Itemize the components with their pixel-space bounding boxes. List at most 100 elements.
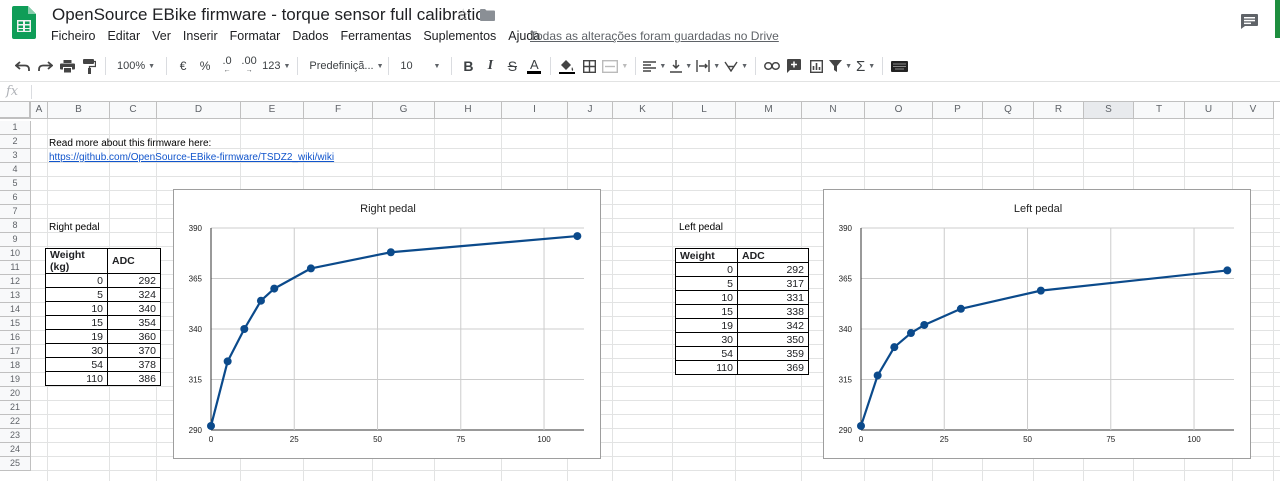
weight-cell[interactable]: 5 bbox=[675, 276, 738, 291]
paint-format-icon[interactable] bbox=[78, 55, 100, 77]
weight-cell[interactable]: 19 bbox=[675, 318, 738, 333]
row-header-23[interactable]: 23 bbox=[0, 429, 31, 443]
adc-cell[interactable]: 292 bbox=[737, 262, 809, 277]
document-title[interactable]: OpenSource EBike firmware - torque senso… bbox=[52, 5, 494, 25]
text-wrap-icon[interactable]: ▼ bbox=[694, 55, 722, 77]
table-header-cell[interactable]: Weight bbox=[675, 248, 738, 263]
weight-cell[interactable]: 110 bbox=[45, 371, 108, 386]
row-header-21[interactable]: 21 bbox=[0, 401, 31, 415]
column-header-a[interactable]: A bbox=[31, 102, 48, 119]
insert-link-icon[interactable] bbox=[761, 55, 783, 77]
menu-item-inserir[interactable]: Inserir bbox=[177, 28, 224, 46]
percent-button[interactable]: % bbox=[194, 55, 216, 77]
column-header-p[interactable]: P bbox=[933, 102, 983, 119]
row-header-7[interactable]: 7 bbox=[0, 205, 31, 219]
table-header-cell[interactable]: Weight (kg) bbox=[45, 248, 108, 274]
row-header-2[interactable]: 2 bbox=[0, 135, 31, 149]
column-header-e[interactable]: E bbox=[241, 102, 304, 119]
currency-button[interactable]: € bbox=[172, 55, 194, 77]
column-header-j[interactable]: J bbox=[568, 102, 613, 119]
menu-item-ficheiro[interactable]: Ficheiro bbox=[45, 28, 101, 46]
weight-cell[interactable]: 10 bbox=[45, 301, 108, 316]
row-header-14[interactable]: 14 bbox=[0, 303, 31, 317]
row-header-20[interactable]: 20 bbox=[0, 387, 31, 401]
insert-comment-icon[interactable] bbox=[783, 55, 805, 77]
weight-cell[interactable]: 15 bbox=[45, 315, 108, 330]
column-header-v[interactable]: V bbox=[1233, 102, 1274, 119]
weight-cell[interactable]: 54 bbox=[675, 346, 738, 361]
row-header-18[interactable]: 18 bbox=[0, 359, 31, 373]
font-size-select[interactable]: 10 ▼ bbox=[394, 55, 446, 77]
adc-cell[interactable]: 338 bbox=[737, 304, 809, 319]
row-header-9[interactable]: 9 bbox=[0, 233, 31, 247]
row-header-17[interactable]: 17 bbox=[0, 345, 31, 359]
merge-cells-icon[interactable]: ▼ bbox=[600, 55, 630, 77]
adc-cell[interactable]: 342 bbox=[737, 318, 809, 333]
formula-bar[interactable]: fx bbox=[0, 81, 1280, 102]
select-all-corner[interactable] bbox=[0, 102, 31, 119]
column-header-f[interactable]: F bbox=[304, 102, 373, 119]
zoom-select[interactable]: 100% ▼ bbox=[111, 55, 161, 77]
adc-cell[interactable]: 354 bbox=[107, 315, 161, 330]
row-header-22[interactable]: 22 bbox=[0, 415, 31, 429]
menu-item-formatar[interactable]: Formatar bbox=[224, 28, 287, 46]
fill-color-icon[interactable] bbox=[556, 55, 578, 77]
adc-cell[interactable]: 386 bbox=[107, 371, 161, 386]
column-header-q[interactable]: Q bbox=[983, 102, 1034, 119]
column-header-i[interactable]: I bbox=[502, 102, 568, 119]
menu-item-ver[interactable]: Ver bbox=[146, 28, 177, 46]
adc-cell[interactable]: 292 bbox=[107, 273, 161, 288]
strikethrough-icon[interactable]: S bbox=[501, 55, 523, 77]
column-header-g[interactable]: G bbox=[373, 102, 435, 119]
sheets-logo-icon[interactable] bbox=[12, 6, 36, 39]
adc-cell[interactable]: 369 bbox=[737, 360, 809, 375]
row-header-3[interactable]: 3 bbox=[0, 149, 31, 163]
filter-icon[interactable]: ▼ bbox=[827, 55, 854, 77]
menu-item-suplementos[interactable]: Suplementos bbox=[417, 28, 502, 46]
weight-cell[interactable]: 30 bbox=[675, 332, 738, 347]
row-header-10[interactable]: 10 bbox=[0, 247, 31, 261]
menu-item-ferramentas[interactable]: Ferramentas bbox=[334, 28, 417, 46]
left-pedal-chart[interactable]: Left pedal 290 315 340 365 390 0 25 50 75 100 bbox=[823, 189, 1251, 459]
star-icon[interactable]: ☆ bbox=[456, 5, 470, 25]
text-color-icon[interactable]: A bbox=[523, 55, 545, 77]
column-header-m[interactable]: M bbox=[736, 102, 802, 119]
wiki-link[interactable]: https://github.com/OpenSource-EBike-firm… bbox=[49, 151, 334, 165]
adc-cell[interactable]: 331 bbox=[737, 290, 809, 305]
weight-cell[interactable]: 19 bbox=[45, 329, 108, 344]
column-header-r[interactable]: R bbox=[1034, 102, 1084, 119]
weight-cell[interactable]: 0 bbox=[45, 273, 108, 288]
print-icon[interactable] bbox=[56, 55, 78, 77]
column-header-l[interactable]: L bbox=[673, 102, 736, 119]
functions-icon[interactable]: Σ ▼ bbox=[854, 55, 877, 77]
right-pedal-chart[interactable]: Right pedal 290 315 340 365 390 0 25 50 75 100 bbox=[173, 189, 601, 459]
adc-cell[interactable]: 370 bbox=[107, 343, 161, 358]
text-rotation-icon[interactable]: ▼ bbox=[722, 55, 750, 77]
more-formats-select[interactable]: 123 ▼ bbox=[260, 55, 292, 77]
vertical-align-icon[interactable]: ▼ bbox=[668, 55, 694, 77]
weight-cell[interactable]: 5 bbox=[45, 287, 108, 302]
row-header-6[interactable]: 6 bbox=[0, 191, 31, 205]
row-header-19[interactable]: 19 bbox=[0, 373, 31, 387]
weight-cell[interactable]: 54 bbox=[45, 357, 108, 372]
save-status-link[interactable]: Todas as alterações foram guardadas no D… bbox=[530, 29, 779, 43]
weight-cell[interactable]: 15 bbox=[675, 304, 738, 319]
increase-decimal-button[interactable]: .00 → bbox=[238, 55, 260, 77]
table-header-cell[interactable]: ADC bbox=[737, 248, 809, 263]
column-header-c[interactable]: C bbox=[110, 102, 157, 119]
table-header-cell[interactable]: ADC bbox=[107, 248, 161, 274]
menu-item-dados[interactable]: Dados bbox=[286, 28, 334, 46]
adc-cell[interactable]: 359 bbox=[737, 346, 809, 361]
row-header-25[interactable]: 25 bbox=[0, 457, 31, 471]
sheet-grid[interactable]: ABCDEFGHIJKLMNOPQRSTUV 1 2 3 4 5 6 7 8 9 10 11 12 13… bbox=[0, 102, 1280, 481]
folder-icon[interactable] bbox=[480, 9, 495, 21]
column-header-t[interactable]: T bbox=[1134, 102, 1185, 119]
column-header-b[interactable]: B bbox=[48, 102, 110, 119]
column-header-o[interactable]: O bbox=[865, 102, 933, 119]
adc-cell[interactable]: 340 bbox=[107, 301, 161, 316]
weight-cell[interactable]: 110 bbox=[675, 360, 738, 375]
row-header-16[interactable]: 16 bbox=[0, 331, 31, 345]
input-tools-icon[interactable] bbox=[888, 55, 910, 77]
row-header-13[interactable]: 13 bbox=[0, 289, 31, 303]
column-header-s[interactable]: S bbox=[1084, 102, 1134, 119]
